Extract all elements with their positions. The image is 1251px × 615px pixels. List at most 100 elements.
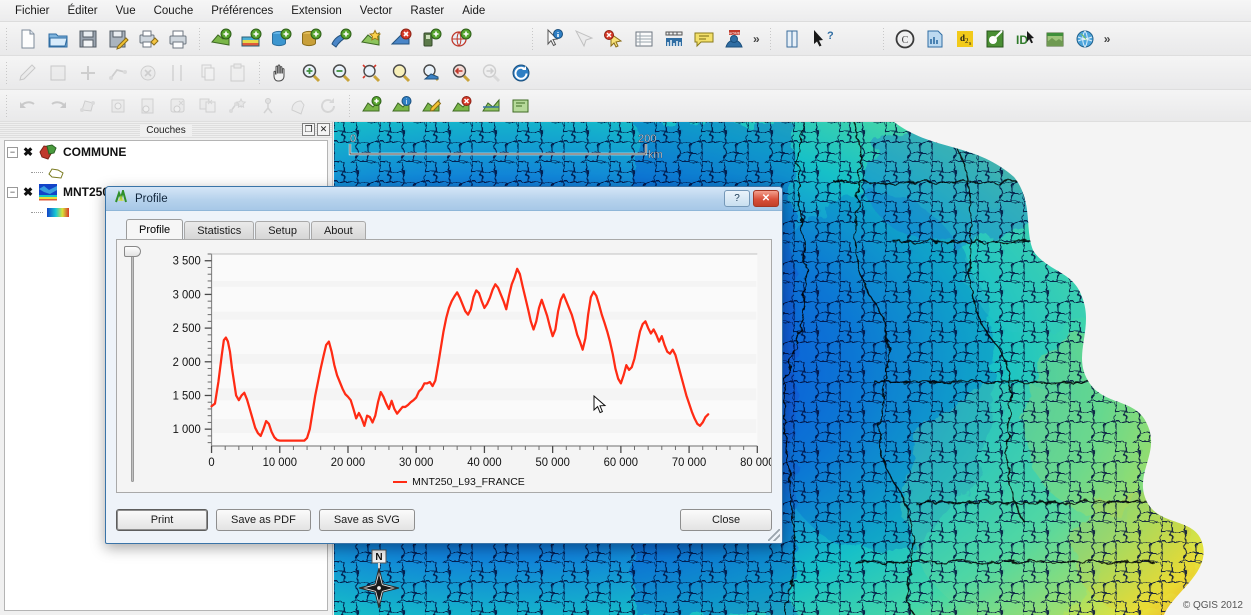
zoom-full-icon[interactable] [356,59,386,87]
menu-item-couche[interactable]: Couche [145,2,203,20]
menu-item-extension[interactable]: Extension [282,2,351,20]
layer-info-icon[interactable]: i [386,92,416,120]
elevation-profile-plot[interactable]: 1 000 1 500 2 000 2 500 3 000 3 500 0 10 000 20 … [147,240,771,492]
layer-visibility-checkbox[interactable]: ✖ [21,185,35,199]
add-raster-layer-icon[interactable] [236,25,266,53]
deselect-features-icon[interactable] [599,25,629,53]
rotate-feature-icon[interactable] [313,92,343,120]
tab-setup[interactable]: Setup [255,221,310,239]
tab-statistics[interactable]: Statistics [184,221,255,239]
map-tips-icon[interactable] [689,25,719,53]
rollback-edits-icon[interactable] [476,92,506,120]
add-postgis-layer-icon[interactable] [266,25,296,53]
new-project-icon[interactable] [13,25,43,53]
add-ring-icon[interactable] [253,92,283,120]
expander-icon[interactable]: − [7,186,18,198]
menu-item-raster[interactable]: Raster [401,2,453,20]
menu-item-vector[interactable]: Vector [351,2,402,20]
new-spatialite-layer-icon[interactable] [416,25,446,53]
delete-selected-icon[interactable] [193,92,223,120]
new-print-composer-icon[interactable] [133,25,163,53]
zoom-next-icon[interactable] [476,59,506,87]
menu-item-fichier[interactable]: Fichier [6,2,59,20]
zoom-in-icon[interactable] [296,59,326,87]
toggle-editing-icon[interactable] [416,92,446,120]
pan-map-icon[interactable] [266,59,296,87]
undock-panel-icon[interactable]: ❐ [302,123,315,136]
help-contents-icon[interactable] [777,25,807,53]
menu-item-preferences[interactable]: Préférences [202,2,282,20]
save-project-as-icon[interactable] [103,25,133,53]
zoom-to-selection-icon[interactable] [386,59,416,87]
profile-dialog[interactable]: Profile ? ✕ Profile Statistics Setup Abo… [105,186,783,544]
close-window-button[interactable]: ✕ [753,190,779,207]
help-button[interactable]: ? [724,190,750,207]
layer-item-commune[interactable]: − ✖ COMMUNE [5,141,327,163]
print-button[interactable]: Print [116,509,208,531]
open-project-icon[interactable] [43,25,73,53]
new-shapefile-layer-icon[interactable] [356,25,386,53]
copy-feature-icon[interactable] [193,59,223,87]
close-button[interactable]: Close [680,509,772,531]
save-as-pdf-button[interactable]: Save as PDF [216,509,311,531]
tab-profile[interactable]: Profile [126,219,184,239]
zoom-out-icon[interactable] [326,59,356,87]
globe-plugin-icon[interactable] [1070,25,1100,53]
save-project-icon[interactable] [73,25,103,53]
copyright-label-icon[interactable]: C [890,25,920,53]
refresh-icon[interactable] [506,59,536,87]
zoom-to-layer-icon[interactable] [416,59,446,87]
resize-grip[interactable] [768,529,780,541]
save-edits-icon[interactable] [446,92,476,120]
tab-about[interactable]: About [310,221,366,239]
add-feature-icon[interactable] [73,59,103,87]
simplify-feature-icon[interactable] [223,92,253,120]
add-line-icon[interactable] [103,59,133,87]
undo-icon[interactable] [13,92,43,120]
annotation-icon[interactable]: HOME [719,25,749,53]
open-attribute-table-icon[interactable] [629,25,659,53]
add-wms-layer-icon[interactable] [446,25,476,53]
paste-features-icon[interactable] [163,92,193,120]
print-icon[interactable] [163,25,193,53]
cut-features-icon[interactable] [103,92,133,120]
menu-item-aide[interactable]: Aide [453,2,494,20]
toolbar-overflow-right-icon[interactable]: » [1100,32,1115,46]
zoom-last-icon[interactable] [446,59,476,87]
delete-feature-icon[interactable] [133,59,163,87]
menu-item-editer[interactable]: Éditer [59,2,107,20]
slider-track[interactable] [131,254,134,482]
add-wfs-layer-icon[interactable] [326,25,356,53]
edit-pencil-icon[interactable] [13,59,43,87]
identify-plugin-icon[interactable]: ID [1010,25,1040,53]
georeferencer-icon[interactable] [1040,25,1070,53]
add-feature-icon[interactable] [356,92,386,120]
identify-features-icon[interactable] [539,25,569,53]
d2s-plugin-icon[interactable]: d2s [950,25,980,53]
save-edits-icon[interactable] [43,59,73,87]
whats-this-icon[interactable]: ? [807,25,837,53]
copy-features-icon[interactable] [133,92,163,120]
gps-plugin-icon[interactable] [980,25,1010,53]
add-vector-layer-icon[interactable] [206,25,236,53]
paste-feature-icon[interactable] [223,59,253,87]
close-panel-icon[interactable]: ✕ [317,123,330,136]
remove-layer-icon[interactable] [386,25,416,53]
save-as-svg-button[interactable]: Save as SVG [318,509,415,531]
slider-handle[interactable] [124,246,141,257]
select-features-icon[interactable] [569,25,599,53]
toolbar-overflow-icon[interactable]: » [749,32,764,46]
menu-item-vue[interactable]: Vue [107,2,145,20]
redo-icon[interactable] [43,92,73,120]
measure-line-icon[interactable] [659,25,689,53]
edit-node-tool-icon[interactable] [73,92,103,120]
sqlite-plugin-icon[interactable] [920,25,950,53]
cancel-edits-icon[interactable] [506,92,536,120]
add-spatialite-layer-icon[interactable] [296,25,326,53]
reshape-features-icon[interactable] [283,92,313,120]
split-feature-icon[interactable] [163,59,193,87]
dialog-titlebar[interactable]: Profile ? ✕ [106,187,782,211]
vertical-exaggeration-slider[interactable] [117,240,147,492]
expander-icon[interactable]: − [7,146,18,158]
layer-visibility-checkbox[interactable]: ✖ [21,145,35,159]
